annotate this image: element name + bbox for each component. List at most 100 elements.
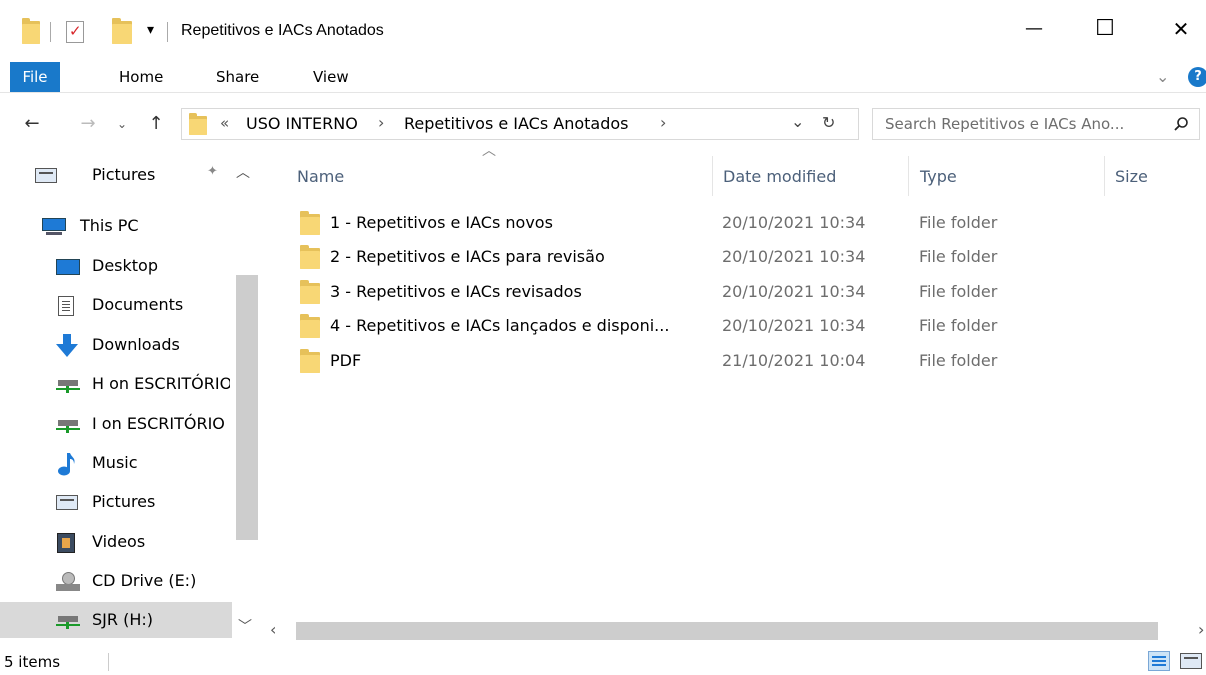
new-folder-icon[interactable] <box>112 18 132 44</box>
close-button[interactable]: ✕ <box>1158 14 1204 44</box>
nav-item-videos[interactable]: Videos <box>30 525 230 559</box>
nav-item-pictures-pinned[interactable]: Pictures <box>30 158 230 192</box>
separator <box>167 22 168 42</box>
nav-item-pictures[interactable]: Pictures <box>30 485 230 519</box>
horizontal-scrollbar-thumb[interactable] <box>296 622 1158 640</box>
column-header-type[interactable]: Type <box>920 160 957 194</box>
maximize-button[interactable]: ☐ <box>1082 14 1128 44</box>
address-bar[interactable]: « USO INTERNO › Repetitivos e IACs Anota… <box>181 108 859 140</box>
file-type: File folder <box>919 351 998 370</box>
scroll-right-icon[interactable]: › <box>1198 620 1204 639</box>
up-arrow-icon[interactable]: ↑ <box>144 110 168 138</box>
overflow-chevron-icon[interactable]: « <box>220 114 229 132</box>
nav-item-label: H on ESCRITÓRIO <box>92 374 230 393</box>
file-date: 20/10/2021 10:34 <box>722 316 866 335</box>
file-name[interactable]: 1 - Repetitivos e IACs novos <box>330 206 553 240</box>
this-pc-icon <box>42 218 66 235</box>
file-type: File folder <box>919 247 998 266</box>
network-drive-icon <box>56 380 80 394</box>
nav-item-h-network-drive[interactable]: H on ESCRITÓRIO <box>30 367 230 401</box>
music-icon <box>58 452 76 476</box>
file-name[interactable]: 4 - Repetitivos e IACs lançados e dispon… <box>330 309 669 343</box>
nav-item-music[interactable]: Music <box>30 446 230 480</box>
large-icons-view-icon[interactable] <box>1180 653 1202 669</box>
scroll-left-icon[interactable]: ‹ <box>270 620 276 639</box>
videos-icon <box>57 533 75 553</box>
nav-item-label: CD Drive (E:) <box>92 571 197 590</box>
table-row[interactable]: 4 - Repetitivos e IACs lançados e dispon… <box>296 309 1206 343</box>
network-drive-icon <box>56 420 80 434</box>
nav-item-label: SJR (H:) <box>92 610 153 629</box>
nav-pane-scrollbar-thumb[interactable] <box>236 275 258 540</box>
folder-icon <box>300 280 320 304</box>
nav-item-downloads[interactable]: Downloads <box>30 328 230 362</box>
help-label: ? <box>1194 69 1202 84</box>
nav-item-desktop[interactable]: Desktop <box>30 249 230 283</box>
nav-item-label: Downloads <box>92 335 180 354</box>
file-name[interactable]: PDF <box>330 344 361 378</box>
column-header-size[interactable]: Size <box>1115 160 1148 194</box>
details-view-icon[interactable] <box>1148 651 1170 671</box>
properties-checkbox-icon[interactable]: ✓ <box>66 21 84 43</box>
search-icon[interactable] <box>1173 116 1189 132</box>
table-row[interactable]: PDF 21/10/2021 10:04 File folder <box>296 344 1206 378</box>
quick-access-dropdown-icon[interactable]: ▾ <box>147 22 154 38</box>
minimize-button[interactable]: — <box>1011 14 1057 44</box>
column-divider[interactable] <box>712 156 713 196</box>
folder-icon <box>189 113 207 135</box>
table-row[interactable]: 3 - Repetitivos e IACs revisados 20/10/2… <box>296 275 1206 309</box>
folder-icon <box>22 18 40 44</box>
nav-item-label: Pictures <box>92 492 156 511</box>
nav-item-this-pc[interactable]: This PC <box>30 209 230 243</box>
nav-item-label: Videos <box>92 532 146 551</box>
desktop-icon <box>56 259 80 275</box>
tab-share[interactable]: Share <box>216 62 259 92</box>
sort-ascending-icon: ︿ <box>482 143 496 159</box>
search-box[interactable]: Search Repetitivos e IACs Ano... <box>872 108 1200 140</box>
back-arrow-icon[interactable]: ← <box>20 110 44 138</box>
nav-item-sjr-drive[interactable]: SJR (H:) <box>0 602 232 638</box>
table-row[interactable]: 2 - Repetitivos e IACs para revisão 20/1… <box>296 240 1206 274</box>
folder-icon <box>300 314 320 338</box>
breadcrumb-separator-icon[interactable]: › <box>378 113 384 132</box>
file-name[interactable]: 2 - Repetitivos e IACs para revisão <box>330 240 605 274</box>
ribbon-expand-icon[interactable]: ⌄ <box>1156 62 1169 92</box>
file-type: File folder <box>919 213 998 232</box>
folder-icon <box>300 245 320 269</box>
nav-item-label: Music <box>92 453 138 472</box>
separator <box>108 653 109 671</box>
forward-arrow-icon[interactable]: → <box>76 110 100 138</box>
file-date: 21/10/2021 10:04 <box>722 351 866 370</box>
tab-home[interactable]: Home <box>119 62 163 92</box>
nav-item-label: Pictures <box>92 165 156 184</box>
status-bar: 5 items <box>0 645 1206 675</box>
file-name[interactable]: 3 - Repetitivos e IACs revisados <box>330 275 582 309</box>
nav-item-label: Documents <box>92 295 184 314</box>
nav-item-label: I on ESCRITÓRIO <box>92 414 225 433</box>
nav-item-cd-drive[interactable]: CD Drive (E:) <box>30 564 230 598</box>
file-date: 20/10/2021 10:34 <box>722 282 866 301</box>
column-divider[interactable] <box>908 156 909 196</box>
address-dropdown-icon[interactable]: ⌄ <box>791 112 804 131</box>
breadcrumb-repetitivos[interactable]: Repetitivos e IACs Anotados <box>404 114 629 133</box>
recent-locations-icon[interactable]: ⌄ <box>110 110 134 138</box>
breadcrumb-separator-icon[interactable]: › <box>660 113 666 132</box>
column-header-date-modified[interactable]: Date modified <box>723 160 836 194</box>
refresh-icon[interactable]: ↻ <box>822 113 835 132</box>
folder-icon <box>300 349 320 373</box>
documents-icon <box>58 296 74 316</box>
tab-view[interactable]: View <box>313 62 349 92</box>
breadcrumb-uso-interno[interactable]: USO INTERNO <box>246 114 358 133</box>
separator <box>50 22 51 42</box>
column-header-name[interactable]: Name <box>297 160 344 194</box>
help-icon[interactable]: ? <box>1188 67 1206 87</box>
nav-item-documents[interactable]: Documents <box>30 288 230 322</box>
column-divider[interactable] <box>1104 156 1105 196</box>
pin-icon[interactable]: ✦ <box>207 164 218 179</box>
window-title: Repetitivos e IACs Anotados <box>181 22 384 39</box>
tab-file[interactable]: File <box>10 62 60 92</box>
table-row[interactable]: 1 - Repetitivos e IACs novos 20/10/2021 … <box>296 206 1206 240</box>
cd-drive-icon <box>56 572 80 592</box>
search-input[interactable]: Search Repetitivos e IACs Ano... <box>885 115 1124 133</box>
nav-item-i-network-drive[interactable]: I on ESCRITÓRIO <box>30 407 230 441</box>
